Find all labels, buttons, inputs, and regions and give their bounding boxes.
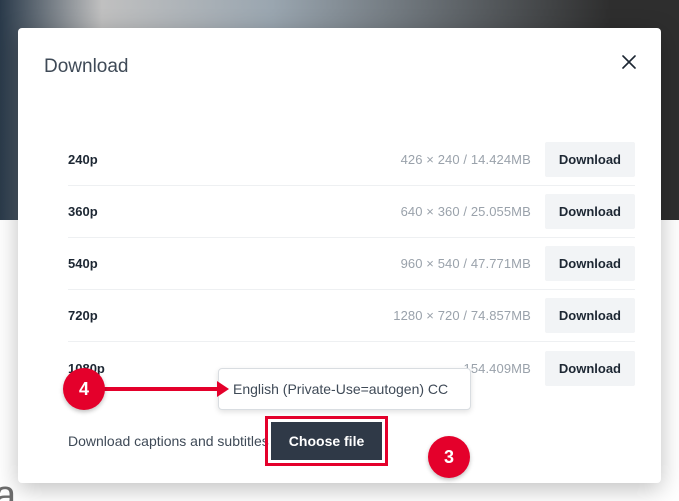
captions-row: Download captions and subtitles Choose f… xyxy=(44,416,635,466)
resolution-meta: 960 × 540 / 47.771MB xyxy=(158,256,545,271)
download-button[interactable]: Download xyxy=(545,246,635,281)
annotation-number: 4 xyxy=(79,379,89,400)
annotation-number: 3 xyxy=(444,447,454,468)
download-button[interactable]: Download xyxy=(545,194,635,229)
captions-label: Download captions and subtitles xyxy=(68,433,269,449)
resolution-meta: 426 × 240 / 14.424MB xyxy=(158,152,545,167)
modal-header: Download xyxy=(44,56,635,78)
download-button[interactable]: Download xyxy=(545,142,635,177)
resolution-row: 720p 1280 × 720 / 74.857MB Download xyxy=(68,290,635,342)
resolution-label: 720p xyxy=(68,308,158,323)
download-button[interactable]: Download xyxy=(545,298,635,333)
resolution-row: 240p 426 × 240 / 14.424MB Download xyxy=(68,134,635,186)
modal-title: Download xyxy=(44,56,129,78)
annotation-marker-4: 4 xyxy=(63,368,105,410)
close-button[interactable] xyxy=(619,52,639,72)
download-button[interactable]: Download xyxy=(545,351,635,386)
resolution-label: 360p xyxy=(68,204,158,219)
annotation-arrow-4 xyxy=(104,387,217,391)
close-icon xyxy=(621,54,637,70)
download-modal: Download 240p 426 × 240 / 14.424MB Downl… xyxy=(18,28,661,483)
choose-file-highlight: Choose file xyxy=(265,416,388,466)
resolution-row: 540p 960 × 540 / 47.771MB Download xyxy=(68,238,635,290)
annotation-marker-3: 3 xyxy=(428,436,470,478)
resolution-meta: 640 × 360 / 25.055MB xyxy=(158,204,545,219)
resolution-list: 240p 426 × 240 / 14.424MB Download 360p … xyxy=(44,134,635,394)
caption-option-label: English (Private-Use=autogen) CC xyxy=(233,381,448,397)
resolution-label: 240p xyxy=(68,152,158,167)
caption-dropdown-option[interactable]: English (Private-Use=autogen) CC xyxy=(218,368,471,410)
choose-file-button[interactable]: Choose file xyxy=(271,422,382,460)
resolution-meta: 1280 × 720 / 74.857MB xyxy=(158,308,545,323)
resolution-row: 360p 640 × 360 / 25.055MB Download xyxy=(68,186,635,238)
resolution-label: 540p xyxy=(68,256,158,271)
obscured-text: a xyxy=(0,465,16,501)
